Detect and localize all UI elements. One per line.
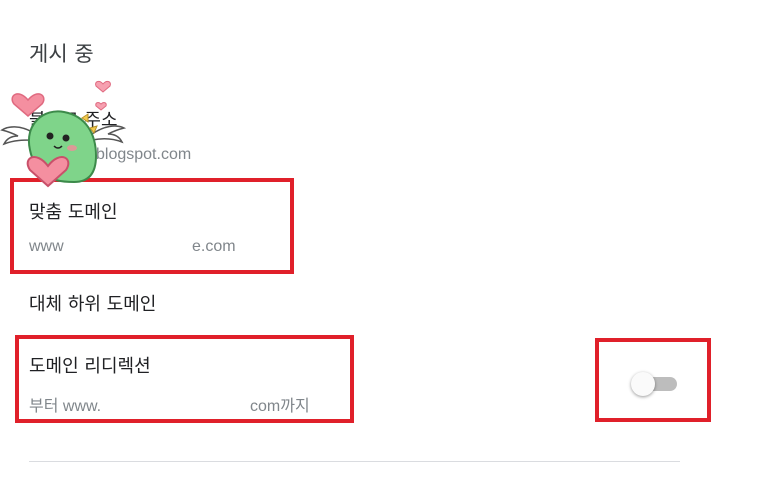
annotation-box-toggle	[595, 338, 711, 422]
publishing-settings-panel: 게시 중 블로그 주소 blogspot.com 맞춤 도메인 www e.co…	[0, 0, 767, 485]
annotation-box-custom-domain	[10, 178, 294, 274]
green-mascot-sticker-icon	[0, 80, 127, 188]
section-title: 게시 중	[29, 42, 94, 66]
annotation-box-domain-redirect	[15, 335, 354, 423]
alt-subdomain-label[interactable]: 대체 하위 도메인	[29, 290, 156, 316]
section-divider	[29, 461, 680, 462]
